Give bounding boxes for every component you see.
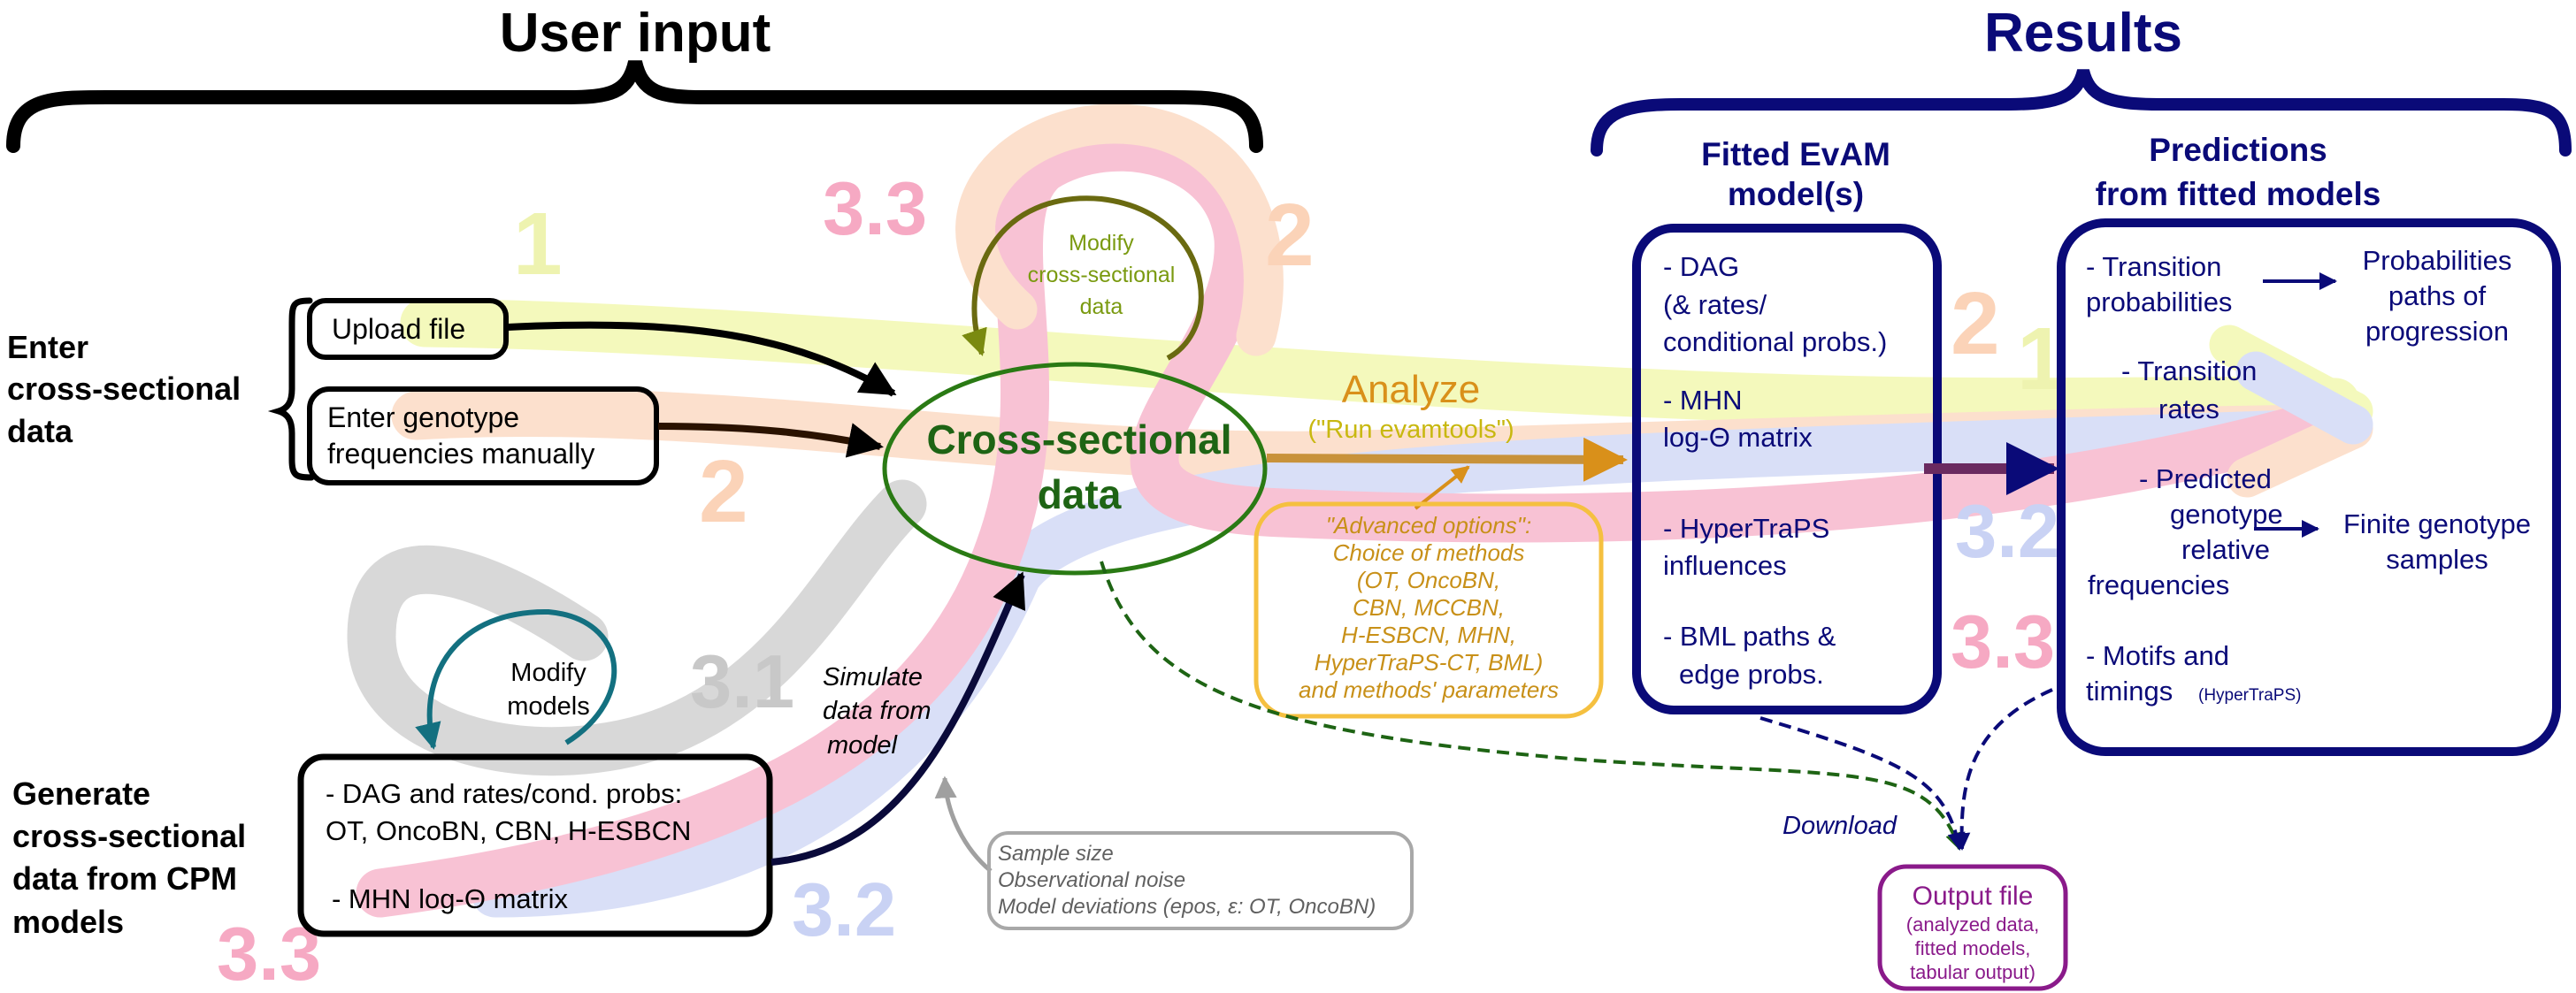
route-label-2-left: 2 bbox=[699, 442, 748, 541]
sample-line-3: Model deviations (epos, ε: OT, OncoBN) bbox=[998, 895, 1376, 919]
advanced-line-5: H-ESBCN, MHN, bbox=[1341, 622, 1516, 648]
enter-label-line-2: cross-sectional bbox=[7, 370, 241, 407]
finite-label: Finite genotype samples bbox=[2343, 508, 2531, 575]
simulate-line-3: model bbox=[827, 731, 899, 760]
fitted-bml-line-1: - BML paths & bbox=[1663, 621, 1836, 652]
route-label-1-left: 1 bbox=[513, 195, 563, 294]
fitted-bml-line-2: edge probs. bbox=[1679, 659, 1824, 690]
simulate-line-1: Simulate bbox=[823, 663, 923, 691]
cpm-models-mhn: - MHN log-Θ matrix bbox=[332, 883, 568, 914]
route-label-3-3-right: 3.3 bbox=[1951, 600, 2055, 684]
upload-file-label: Upload file bbox=[332, 313, 465, 345]
paths-label: Probabilities paths of progression bbox=[2363, 245, 2512, 347]
advanced-line-2: Choice of methods bbox=[1333, 539, 1525, 566]
paths-line-2: paths of bbox=[2388, 280, 2487, 311]
finite-line-2: samples bbox=[2386, 544, 2488, 575]
fitted-hyper-line-1: - HyperTraPS bbox=[1663, 513, 1829, 544]
sample-params-box: Sample size Observational noise Model de… bbox=[987, 831, 1414, 930]
generate-label-line-4: models bbox=[12, 904, 124, 940]
pred-line-1: - Predicted bbox=[2139, 463, 2272, 494]
workflow-diagram: 1 2 3.3 2 3.1 3.3 3.2 2 1 3.2 3.3 User i… bbox=[6, 3, 2572, 993]
route-label-2-right: 2 bbox=[1951, 274, 2000, 373]
output-file-line-1: (analyzed data, bbox=[1906, 913, 2039, 936]
download-path-predictions bbox=[1952, 688, 2053, 851]
generate-label-line-3: data from CPM bbox=[12, 860, 237, 897]
route-label-2-top: 2 bbox=[1265, 186, 1315, 285]
generate-label-line-1: Generate bbox=[12, 775, 150, 812]
output-file-title: Output file bbox=[1913, 882, 2034, 911]
advanced-line-3: (OT, OncoBN, bbox=[1357, 567, 1500, 593]
modify-models-line-2: models bbox=[507, 692, 590, 721]
analyze-title: Analyze bbox=[1342, 368, 1481, 411]
sample-line-2: Observational noise bbox=[998, 868, 1185, 892]
manual-genotype-line-1: Enter genotype bbox=[327, 401, 519, 433]
fitted-title-line-1: Fitted EvAM bbox=[1701, 136, 1890, 172]
header-user-input: User input bbox=[500, 3, 771, 64]
fitted-dag-line-2: (& rates/ bbox=[1663, 289, 1767, 320]
modify-cs-line-2: cross-sectional bbox=[1028, 263, 1176, 287]
sample-line-1: Sample size bbox=[998, 842, 1114, 866]
modify-models-line-1: Modify bbox=[510, 659, 586, 687]
analyze-subtitle: ("Run evamtools") bbox=[1307, 416, 1514, 444]
cs-data-line-1: Cross-sectional bbox=[926, 416, 1231, 462]
motifs-line-1: - Motifs and bbox=[2086, 640, 2229, 671]
pred-line-3: relative bbox=[2181, 534, 2270, 565]
route-label-3-3-top: 3.3 bbox=[823, 167, 927, 251]
output-file-box[interactable]: Output file (analyzed data, fitted model… bbox=[1877, 864, 2068, 991]
fitted-dag-line-1: - DAG bbox=[1663, 251, 1739, 282]
advanced-line-6: HyperTraPS-CT, BML) bbox=[1315, 649, 1544, 676]
cpm-models-line-1: - DAG and rates/cond. probs: bbox=[326, 778, 682, 809]
route-label-3-2-right: 3.2 bbox=[1955, 490, 2059, 574]
enter-label-line-3: data bbox=[7, 413, 73, 449]
trans-prob-line-2: probabilities bbox=[2086, 286, 2232, 317]
predictions-title-line-2: from fitted models bbox=[2096, 176, 2381, 212]
motifs-small: (HyperTraPS) bbox=[2198, 686, 2301, 705]
route-label-3-1: 3.1 bbox=[690, 640, 794, 724]
output-file-line-2: fitted models, bbox=[1915, 937, 2031, 959]
cpm-models-line-2: OT, OncoBN, CBN, H-ESBCN bbox=[326, 815, 691, 846]
simulate-line-2: data from bbox=[823, 697, 932, 725]
analyze-arrow bbox=[1266, 437, 1628, 482]
modify-cs-line-3: data bbox=[1080, 294, 1123, 319]
fitted-dag-line-3: conditional probs.) bbox=[1663, 326, 1887, 357]
paths-line-1: Probabilities bbox=[2363, 245, 2512, 276]
trans-rate-line-2: rates bbox=[2158, 393, 2220, 424]
motifs-line-2: timings bbox=[2086, 676, 2173, 707]
generate-label-line-2: cross-sectional bbox=[12, 818, 246, 854]
finite-line-1: Finite genotype bbox=[2343, 508, 2531, 539]
predictions-title-line-1: Predictions bbox=[2149, 132, 2327, 168]
modify-cs-line-1: Modify bbox=[1069, 231, 1134, 256]
enter-brace bbox=[267, 297, 315, 481]
trans-prob-line-1: - Transition bbox=[2086, 251, 2221, 282]
paths-line-3: progression bbox=[2365, 316, 2509, 347]
enter-cs-data-label: Enter cross-sectional data bbox=[7, 329, 241, 449]
fitted-title-line-2: model(s) bbox=[1728, 176, 1864, 212]
generate-cs-data-label: Generate cross-sectional data from CPM m… bbox=[12, 775, 246, 940]
cs-data-line-2: data bbox=[1038, 471, 1122, 517]
output-file-line-3: tabular output) bbox=[1910, 961, 2036, 983]
enter-label-line-1: Enter bbox=[7, 329, 88, 365]
advanced-line-4: CBN, MCCBN, bbox=[1353, 594, 1505, 621]
header-results: Results bbox=[1984, 3, 2182, 64]
manual-genotype-line-2: frequencies manually bbox=[327, 438, 594, 470]
modify-cs-label: Modify cross-sectional data bbox=[1028, 231, 1176, 319]
advanced-line-1: "Advanced options": bbox=[1326, 512, 1531, 539]
download-path-green bbox=[1100, 561, 1963, 851]
sample-params-arrow bbox=[934, 775, 993, 873]
fitted-mhn-line-1: - MHN bbox=[1663, 385, 1743, 416]
pred-line-2: genotype bbox=[2170, 499, 2283, 530]
route-label-3-2-bottom: 3.2 bbox=[792, 868, 896, 952]
download-label: Download bbox=[1782, 812, 1898, 840]
trans-rate-line-1: - Transition bbox=[2121, 355, 2257, 386]
fitted-hyper-line-2: influences bbox=[1663, 550, 1787, 581]
pred-line-4: frequencies bbox=[2088, 569, 2229, 600]
advanced-line-7: and methods' parameters bbox=[1299, 676, 1559, 703]
fitted-mhn-line-2: log-Θ matrix bbox=[1663, 422, 1813, 453]
